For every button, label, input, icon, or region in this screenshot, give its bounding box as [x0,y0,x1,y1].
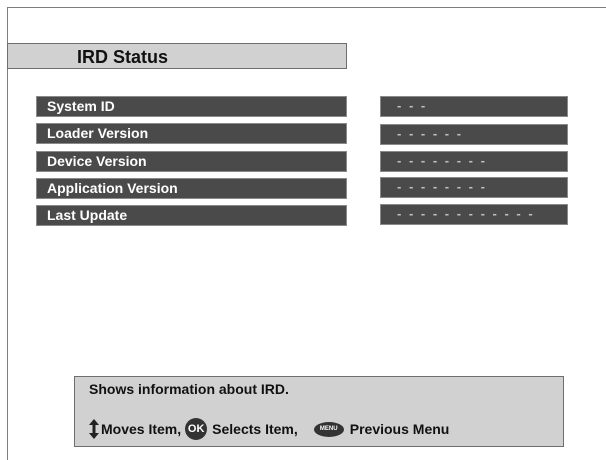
row-label-loader-version[interactable]: Loader Version [36,123,347,144]
ok-key-label: OK [187,423,205,435]
menu-button-icon: MENU [313,421,344,437]
row-value-application-version: - - - - - - - - [380,177,568,198]
row-value-device-version: - - - - - - - - [380,151,568,172]
hint-selects-item: Selects Item, [212,421,298,437]
row-label-device-version[interactable]: Device Version [36,151,347,172]
ok-button-icon: OK [185,418,208,440]
up-down-arrow-icon [89,419,99,439]
row-value-loader-version: - - - - - - [380,124,568,145]
page-title: IRD Status [77,47,169,67]
key-hints: Moves Item, OK Selects Item, MENU Previo… [89,418,449,440]
hint-previous-menu: Previous Menu [349,421,450,437]
row-label-last-update[interactable]: Last Update [36,205,347,226]
hint-moves-item: Moves Item, [101,421,182,437]
row-label-system-id[interactable]: System ID [36,96,347,117]
menu-key-label: MENU [319,426,338,432]
row-label-application-version[interactable]: Application Version [36,178,347,199]
help-description: Shows information about IRD. [89,381,289,397]
row-value-system-id: - - - [380,96,568,117]
title-bar: IRD Status [7,43,347,69]
help-panel: Shows information about IRD. Moves Item,… [74,376,564,447]
row-value-last-update: - - - - - - - - - - - - [380,204,568,225]
